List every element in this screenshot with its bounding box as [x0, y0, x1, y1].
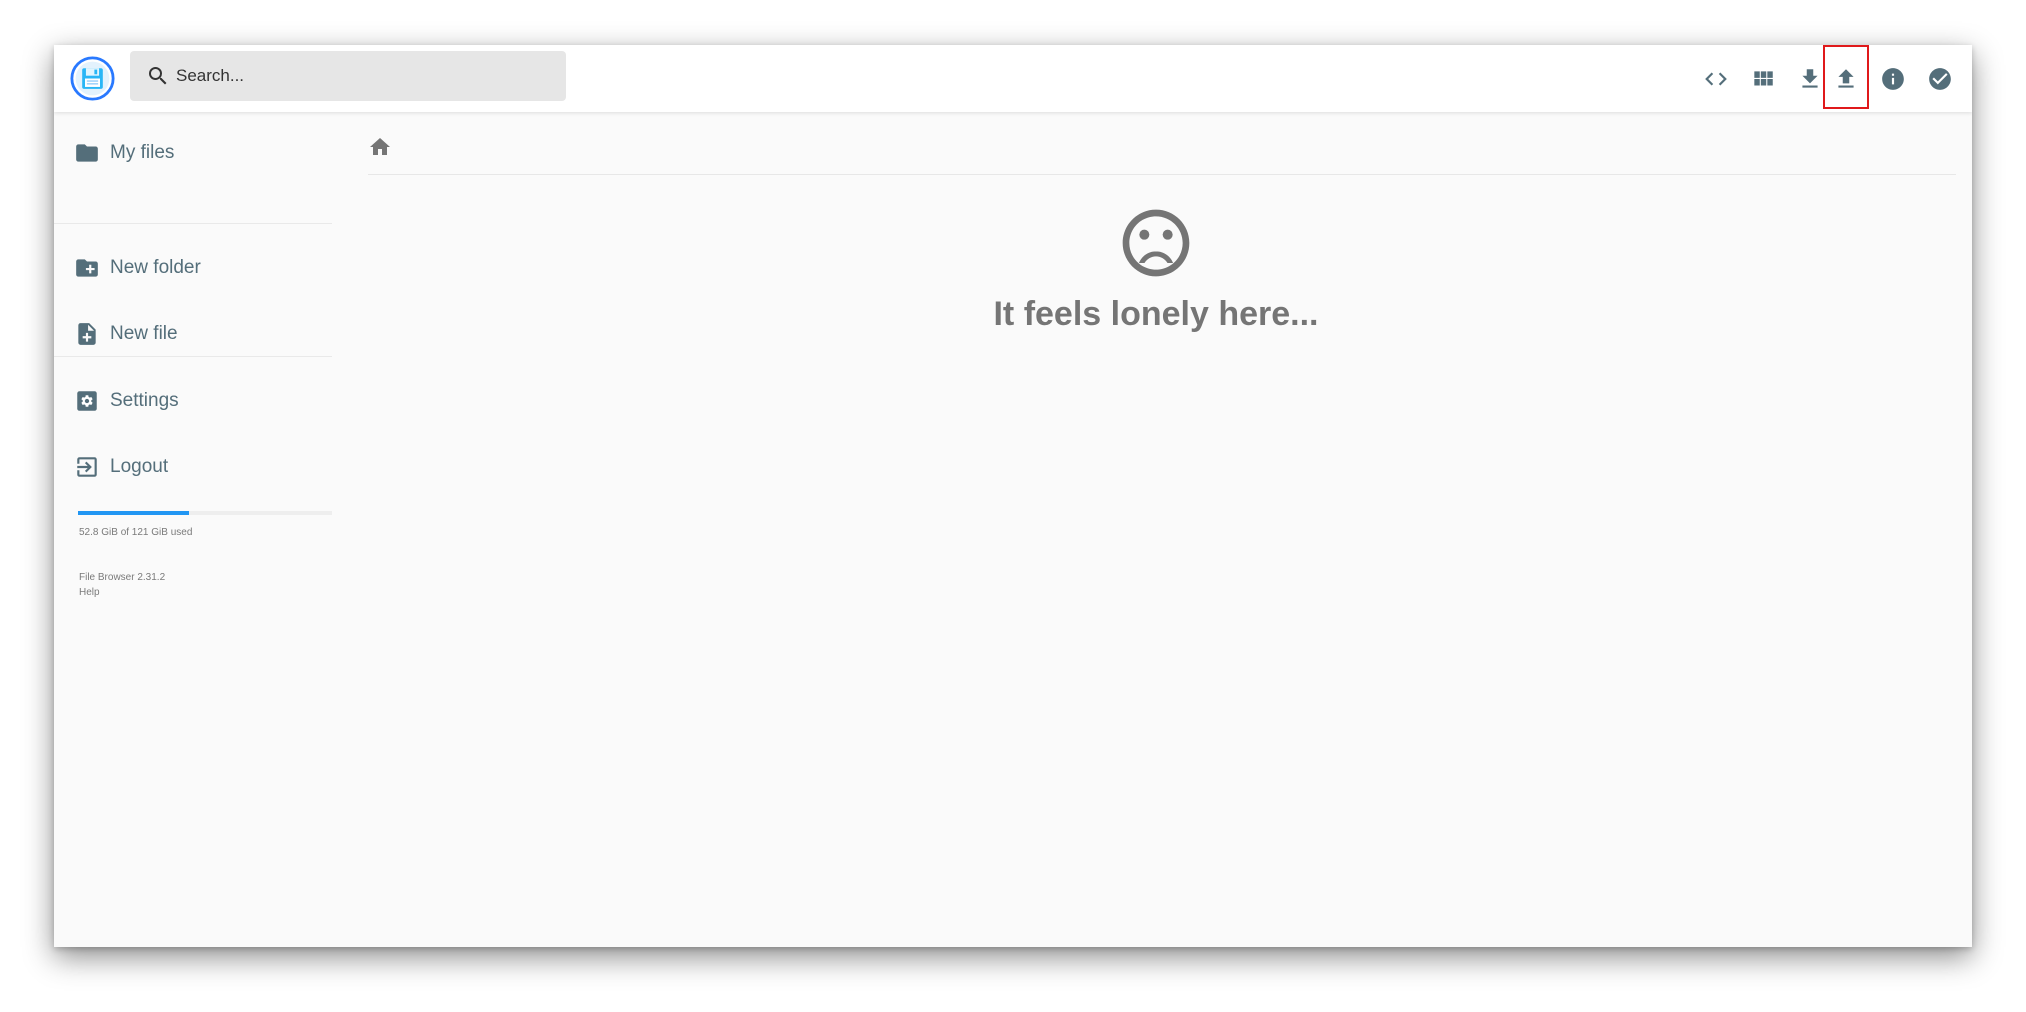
app-version: File Browser 2.31.2 — [79, 572, 166, 583]
exit-icon — [77, 457, 97, 477]
logo-icon[interactable] — [70, 56, 115, 101]
search-input[interactable] — [176, 51, 556, 101]
storage-quota-fill — [78, 511, 189, 515]
help-link[interactable]: Help — [79, 587, 100, 598]
upload-icon — [1838, 69, 1854, 88]
search-box[interactable] — [130, 51, 566, 101]
sidebar-item-settings[interactable]: Settings — [54, 375, 332, 427]
storage-quota-bar — [78, 511, 332, 515]
app-window: My files New folder New file Settings — [54, 45, 1972, 947]
empty-message: It feels lonely here... — [993, 295, 1319, 333]
sidebar-item-label: My files — [110, 142, 175, 163]
sidebar: My files New folder New file Settings Lo… — [54, 112, 332, 947]
sidebar-item-my-files[interactable]: My files — [54, 127, 332, 179]
divider — [54, 356, 332, 357]
info-icon — [1882, 68, 1904, 90]
upload-button[interactable] — [1826, 59, 1866, 99]
sidebar-item-label: Logout — [110, 456, 169, 477]
sidebar-item-label: New folder — [110, 257, 201, 278]
toggle-code-button[interactable] — [1696, 59, 1736, 99]
grid-view-icon — [1754, 71, 1773, 86]
sidebar-item-logout[interactable]: Logout — [54, 441, 332, 493]
sidebar-item-label: New file — [110, 323, 178, 344]
breadcrumb — [368, 123, 1956, 175]
divider — [54, 223, 332, 224]
folder-icon — [76, 144, 98, 162]
sentiment-dissatisfied-icon — [1122, 209, 1190, 277]
storage-quota-text: 52.8 GiB of 121 GiB used — [79, 527, 193, 538]
code-icon — [1705, 72, 1727, 86]
download-button[interactable] — [1790, 59, 1830, 99]
sidebar-item-new-file[interactable]: New file — [54, 308, 332, 360]
empty-state: It feels lonely here... — [340, 203, 1972, 334]
select-button[interactable] — [1920, 59, 1960, 99]
download-icon — [1802, 69, 1818, 88]
create-new-folder-icon — [76, 259, 98, 277]
sidebar-item-label: Settings — [110, 390, 179, 411]
note-add-icon — [78, 323, 96, 345]
settings-icon — [77, 391, 97, 411]
home-icon[interactable] — [368, 135, 392, 159]
sidebar-item-new-folder[interactable]: New folder — [54, 242, 332, 294]
header — [54, 45, 1972, 112]
search-icon — [149, 67, 167, 85]
toggle-view-button[interactable] — [1743, 59, 1783, 99]
info-button[interactable] — [1873, 59, 1913, 99]
check-circle-icon — [1929, 68, 1951, 90]
